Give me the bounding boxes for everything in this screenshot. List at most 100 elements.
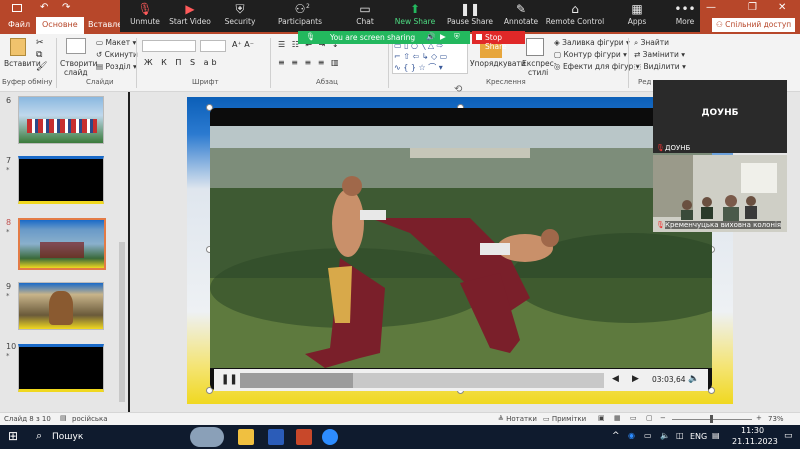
paste-icon[interactable] [10,38,26,56]
clock-date[interactable]: 21.11.2023 [732,437,778,446]
thumbnails-scrollbar[interactable] [119,242,125,402]
tray-up-icon[interactable]: ^ [612,431,620,441]
quick-styles-button-1[interactable]: Експрес- [522,59,557,68]
tray-wifi-icon[interactable]: ◫ [676,431,684,440]
tray-keyboard-icon[interactable]: ▤ [712,431,720,440]
video-progress-track[interactable] [240,373,604,388]
zoom-app-icon[interactable] [322,429,338,445]
zoom-out-icon[interactable]: − [660,414,666,422]
select-button[interactable]: ⬚ Виділити ▾ [634,62,686,71]
video-time: 03:03,64 [652,375,686,384]
language-indicator[interactable]: російська [72,415,108,423]
video-progress-fill [240,373,353,388]
participant-tile[interactable]: ДОУНБ 🎙 ДОУНБ [653,80,787,153]
seal-widget-icon[interactable] [190,427,224,447]
zoom-security-button[interactable]: ⛨ Security [210,3,270,27]
slide-thumbnail-9[interactable] [18,282,104,330]
slide-thumbnails-pane: 6 7 * 8 * 9 * 10 * [0,92,128,412]
slide-thumbnail-10[interactable] [18,344,104,392]
video-icon[interactable]: ▶ [440,32,446,41]
pause-icon[interactable]: ❚❚ [221,374,238,385]
tray-zoom-icon[interactable]: ◉ [628,431,635,440]
arrange-button[interactable]: Упорядкувати [470,59,526,68]
select-label: Виділити [643,62,680,71]
taskbar-search[interactable]: Пошук [52,432,83,442]
keyboard-language[interactable]: ENG [690,432,707,441]
video-frame-image [210,108,712,368]
layout-button[interactable]: ▭ Макет ▾ [96,38,136,47]
word-icon[interactable] [268,429,284,445]
participants-icon: ⚇ [294,2,306,16]
redo-icon[interactable]: ↷ [62,2,70,13]
search-icon[interactable]: ⌕ [36,429,42,443]
font-format-icons[interactable]: Ж К П S ab [144,58,220,67]
format-painter-icon[interactable]: 🖌 [36,62,47,72]
zoom-annotate-button[interactable]: ✎ Annotate [491,2,551,27]
zoom-more-button[interactable]: ••• More [655,2,715,27]
shape-effects-button[interactable]: ◎ Ефекти для фігур ▾ [554,62,640,71]
undo-icon[interactable]: ↶ [40,2,48,13]
slideshow-icon[interactable]: ▢ [646,414,653,422]
quick-styles-icon[interactable] [526,38,544,56]
shape-effects-label: Ефекти для фігур [562,62,634,71]
section-button[interactable]: ▤ Розділ ▾ [96,62,137,71]
slide-thumbnail-6[interactable] [18,96,104,144]
speaker-icon[interactable]: 🔊 [426,32,435,41]
font-size-input[interactable] [200,40,226,52]
spellcheck-icon[interactable]: ▤ [60,414,67,422]
notes-button[interactable]: ≜ Нотатки [498,415,537,423]
replace-button[interactable]: ⇄ Замінити ▾ [634,50,685,59]
windows-start-icon[interactable]: ⊞ [8,429,18,443]
rotate-handle-icon[interactable]: ⟲ [454,84,468,96]
copy-icon[interactable]: ⧉ [36,50,42,60]
clock-time[interactable]: 11:30 [741,426,764,435]
zoom-in-icon[interactable]: + [756,414,762,422]
tab-file[interactable]: Файл [8,20,30,29]
file-explorer-icon[interactable] [238,429,254,445]
reading-view-icon[interactable]: ▭ [630,414,637,422]
slide-sorter-icon[interactable]: ▦ [614,414,621,422]
restore-icon[interactable]: ❐ [748,2,757,13]
participant-tile[interactable]: 🎙 Кременчуцька виховна колонія [653,155,787,232]
new-slide-label-2[interactable]: слайд [64,68,88,77]
close-window-icon[interactable]: ✕ [778,2,786,13]
embedded-video[interactable] [210,108,712,390]
grow-font-icon[interactable]: A⁺ A⁻ [232,40,254,49]
more-icon: ••• [674,2,696,16]
notifications-icon[interactable]: ▭ [784,431,793,441]
reset-button[interactable]: ↺ Скинути [96,50,138,59]
normal-view-icon[interactable]: ▣ [598,414,605,422]
stop-share-button[interactable]: Stop Share [472,31,525,51]
cut-icon[interactable]: ✂ [36,38,44,48]
divider [136,38,137,88]
shape-fill-button[interactable]: ◈ Заливка фігури ▾ [554,38,630,47]
pen-icon: ✎ [515,2,527,16]
new-slide-label-1[interactable]: Створити [60,59,98,68]
slide-thumbnail-7[interactable] [18,156,104,204]
zoom-slider-thumb[interactable] [710,415,713,423]
font-name-input[interactable] [142,40,196,52]
save-icon[interactable] [12,4,22,12]
skip-back-icon[interactable]: ◀ [612,374,619,384]
find-button[interactable]: ⌕ Знайти [634,38,669,48]
portrait-image [49,291,73,325]
zoom-remote-control-button[interactable]: ⌂ Remote Control [545,3,605,27]
zoom-level[interactable]: 73% [768,415,784,423]
skip-forward-icon[interactable]: ▶ [632,374,639,384]
zoom-new-share-button[interactable]: ⬆ New Share [385,3,445,27]
new-slide-icon[interactable] [66,38,86,54]
comments-button[interactable]: ▭ Примітки [543,415,586,423]
share-document-button[interactable]: ⚇ Спільний доступ [712,18,796,32]
quick-styles-button-2[interactable]: стилі [528,68,548,77]
zoom-toolbar-label: Annotate [503,17,539,26]
powerpoint-icon[interactable] [296,429,312,445]
slide-thumbnail-8[interactable] [18,218,106,270]
volume-icon[interactable]: 🔈 [688,374,699,384]
shape-outline-button[interactable]: ▢ Контур фігури ▾ [554,50,627,59]
tab-home[interactable]: Основне [36,17,84,34]
zoom-participants-button[interactable]: ⚇ Participants 2 [270,2,330,27]
tray-volume-icon[interactable]: 🔈 [660,431,670,440]
align-icons[interactable]: ≡ ≡ ≡ ≡ ▥ [278,58,341,67]
slide-number: 7 [6,156,12,165]
tray-network-icon[interactable]: ▭ [644,431,652,440]
